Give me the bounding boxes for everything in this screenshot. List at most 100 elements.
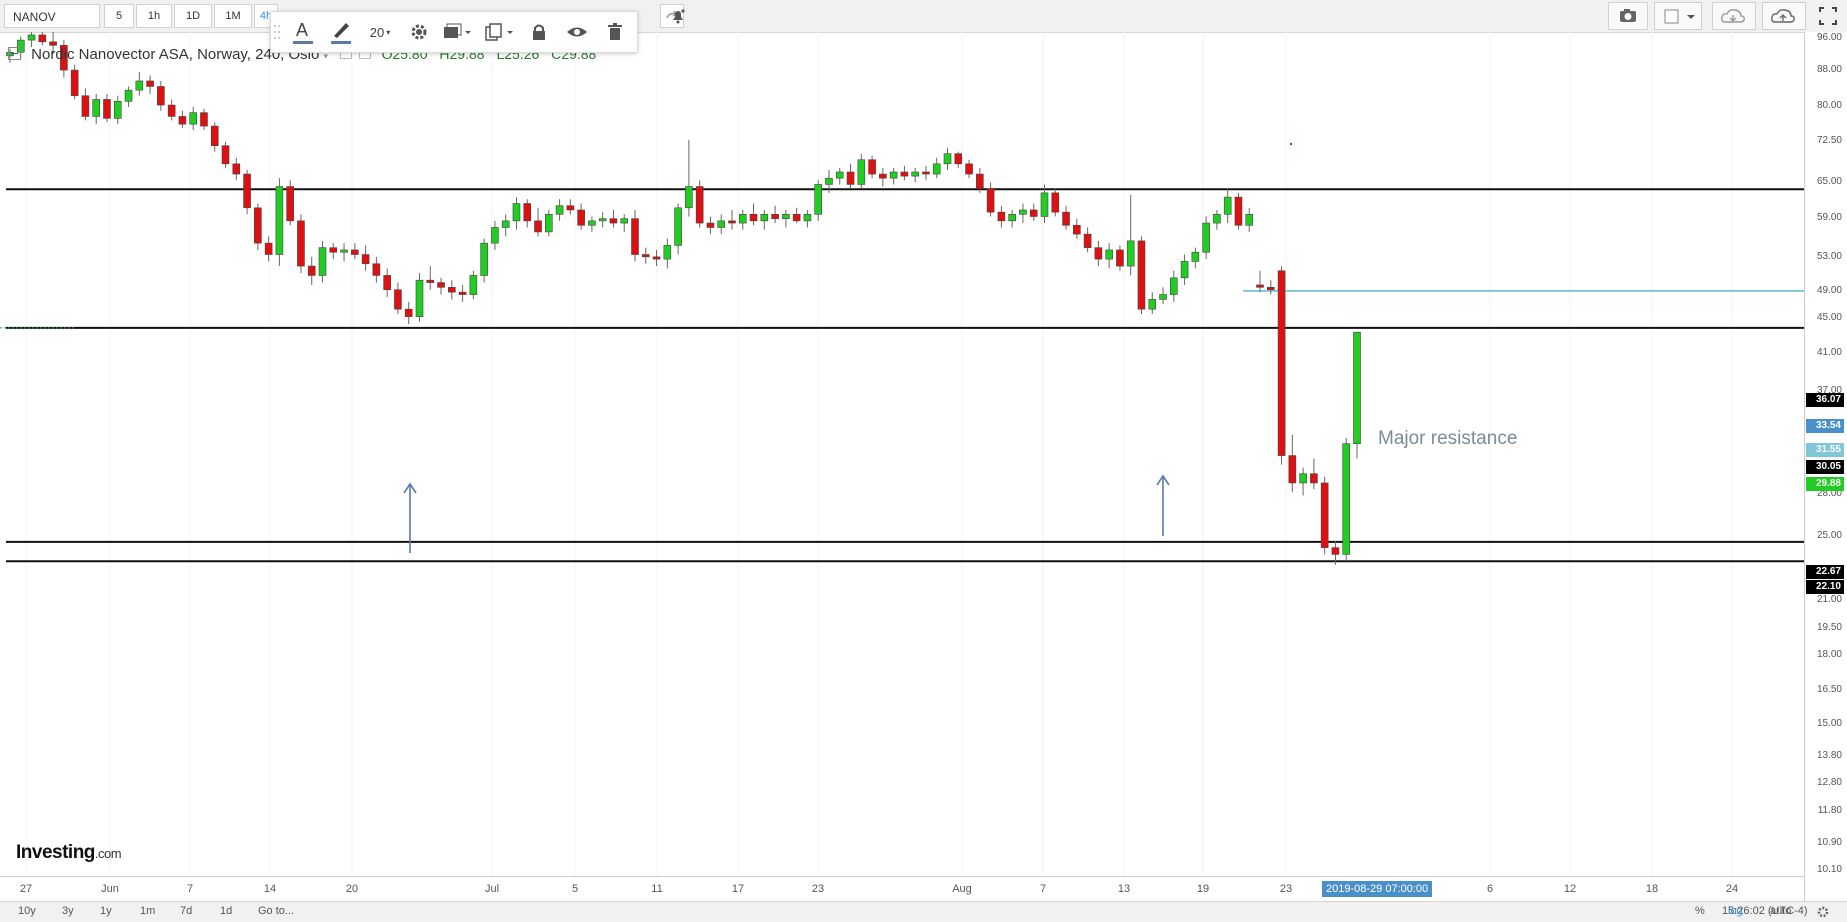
alert-bell-icon[interactable] bbox=[666, 4, 690, 28]
settings-gear-icon[interactable] bbox=[1816, 905, 1830, 922]
candle-body bbox=[663, 245, 672, 260]
time-tick: Aug bbox=[952, 883, 972, 895]
range-1y[interactable]: 1y bbox=[100, 905, 112, 917]
text-color-icon[interactable]: A bbox=[285, 12, 321, 52]
go-to-date-button[interactable]: Go to... bbox=[258, 905, 294, 917]
candle-body bbox=[232, 163, 241, 175]
lock-icon[interactable] bbox=[521, 12, 557, 52]
candle-body bbox=[1266, 287, 1275, 291]
visibility-layers-icon[interactable] bbox=[437, 12, 477, 52]
price-tick: 41.00 bbox=[1816, 347, 1842, 358]
candle-body bbox=[135, 80, 144, 91]
candle-body bbox=[1256, 284, 1264, 288]
price-tick: 25.00 bbox=[1816, 530, 1842, 541]
candle-body bbox=[695, 186, 704, 224]
timeframe-1d[interactable]: 1D bbox=[174, 4, 212, 28]
logo-suffix: .com bbox=[94, 846, 122, 861]
candle-body bbox=[254, 207, 262, 244]
log-scale-toggle[interactable]: log bbox=[1728, 905, 1743, 917]
candle-body bbox=[868, 159, 876, 175]
time-axis[interactable]: 2019-08-29 07:00:00 27 Jun 7 14 20 Jul 5 11 17 23… bbox=[0, 876, 1804, 902]
candle-body bbox=[835, 171, 844, 179]
candle-body bbox=[103, 99, 111, 119]
candle-body bbox=[1320, 482, 1329, 548]
price-tick: 19.50 bbox=[1816, 622, 1842, 633]
price-tick: 12.80 bbox=[1816, 777, 1842, 788]
time-tick: Jun bbox=[101, 883, 119, 895]
candle-body bbox=[480, 242, 488, 276]
candle-body bbox=[803, 214, 812, 222]
candle-body bbox=[1342, 443, 1351, 555]
timeframe-5[interactable]: 5 bbox=[104, 4, 134, 28]
timeframe-1m[interactable]: 1M bbox=[214, 4, 252, 28]
candle-body bbox=[588, 220, 596, 226]
price-tick: 80.00 bbox=[1816, 100, 1842, 111]
timeframe-1h[interactable]: 1h bbox=[136, 4, 172, 28]
cloud-upload-icon[interactable] bbox=[1762, 2, 1806, 30]
candle-body bbox=[340, 249, 348, 253]
candle-body bbox=[857, 159, 866, 185]
camera-icon[interactable] bbox=[1608, 2, 1648, 30]
candle-body bbox=[404, 308, 413, 317]
range-3y[interactable]: 3y bbox=[62, 905, 74, 917]
candle-body bbox=[782, 214, 790, 219]
time-tick: 20 bbox=[345, 883, 359, 895]
candle-body bbox=[329, 247, 338, 253]
candle-body bbox=[728, 220, 736, 224]
price-tick: 88.00 bbox=[1816, 64, 1842, 75]
percent-toggle[interactable]: % bbox=[1695, 905, 1705, 917]
candle-body bbox=[1331, 547, 1340, 555]
candle-body bbox=[641, 254, 650, 258]
crosshair-time-label: 2019-08-29 07:00:00 bbox=[1322, 881, 1433, 897]
price-chart[interactable] bbox=[0, 32, 1804, 876]
clone-icon[interactable] bbox=[479, 12, 519, 52]
line-color-icon[interactable] bbox=[323, 12, 359, 52]
candle-body bbox=[372, 263, 381, 276]
candle-body bbox=[1213, 214, 1221, 224]
settings-gear-icon[interactable] bbox=[401, 12, 437, 52]
trash-icon[interactable] bbox=[597, 12, 633, 52]
range-1d[interactable]: 1d bbox=[220, 905, 232, 917]
eye-icon[interactable] bbox=[559, 12, 595, 52]
candle-body bbox=[1029, 209, 1038, 217]
candle-body bbox=[544, 214, 553, 233]
price-tick: 21.00 bbox=[1816, 594, 1842, 605]
candle-body bbox=[900, 171, 909, 177]
candle-body bbox=[1019, 209, 1027, 215]
range-1m[interactable]: 1m bbox=[140, 905, 155, 917]
auto-scale-toggle[interactable]: auto bbox=[1770, 905, 1791, 917]
candle-body bbox=[922, 171, 930, 175]
time-tick: 24 bbox=[1725, 883, 1739, 895]
cloud-download-icon[interactable] bbox=[1712, 2, 1756, 30]
symbol-search-input[interactable]: NANOV bbox=[4, 4, 100, 28]
candle-body bbox=[674, 207, 682, 246]
range-7d[interactable]: 7d bbox=[180, 905, 192, 917]
time-tick: Jul bbox=[484, 883, 500, 895]
drawing-properties-toolbar: A 20 ▾ bbox=[270, 11, 638, 53]
candle-body bbox=[178, 116, 187, 125]
candle-body bbox=[1223, 196, 1232, 215]
candle-body bbox=[501, 220, 510, 228]
candle-body bbox=[318, 247, 327, 276]
price-tick: 10.10 bbox=[1816, 864, 1842, 875]
price-tick: 45.00 bbox=[1816, 312, 1842, 323]
font-size-select[interactable]: 20 ▾ bbox=[361, 12, 399, 52]
price-label: 22.10 bbox=[1806, 580, 1844, 594]
drag-handle-icon[interactable] bbox=[271, 12, 283, 52]
range-10y[interactable]: 10y bbox=[18, 905, 36, 917]
collapse-icon[interactable] bbox=[8, 47, 21, 60]
chart-style-dropdown[interactable] bbox=[1654, 2, 1702, 30]
fullscreen-icon[interactable] bbox=[1816, 4, 1840, 28]
time-tick: 13 bbox=[1117, 883, 1131, 895]
candle-body bbox=[361, 254, 370, 265]
candle-body bbox=[943, 153, 952, 165]
candle-body bbox=[976, 173, 984, 189]
price-label: 29.88 bbox=[1806, 477, 1844, 491]
price-tick: 72.50 bbox=[1816, 135, 1842, 146]
candle-body bbox=[1234, 196, 1243, 226]
candle-body bbox=[738, 214, 747, 224]
major-resistance-label[interactable]: Major resistance bbox=[1378, 428, 1517, 450]
candle-body bbox=[1277, 270, 1286, 456]
price-tick: 15.00 bbox=[1816, 718, 1842, 729]
price-tick: 65.00 bbox=[1816, 176, 1842, 187]
